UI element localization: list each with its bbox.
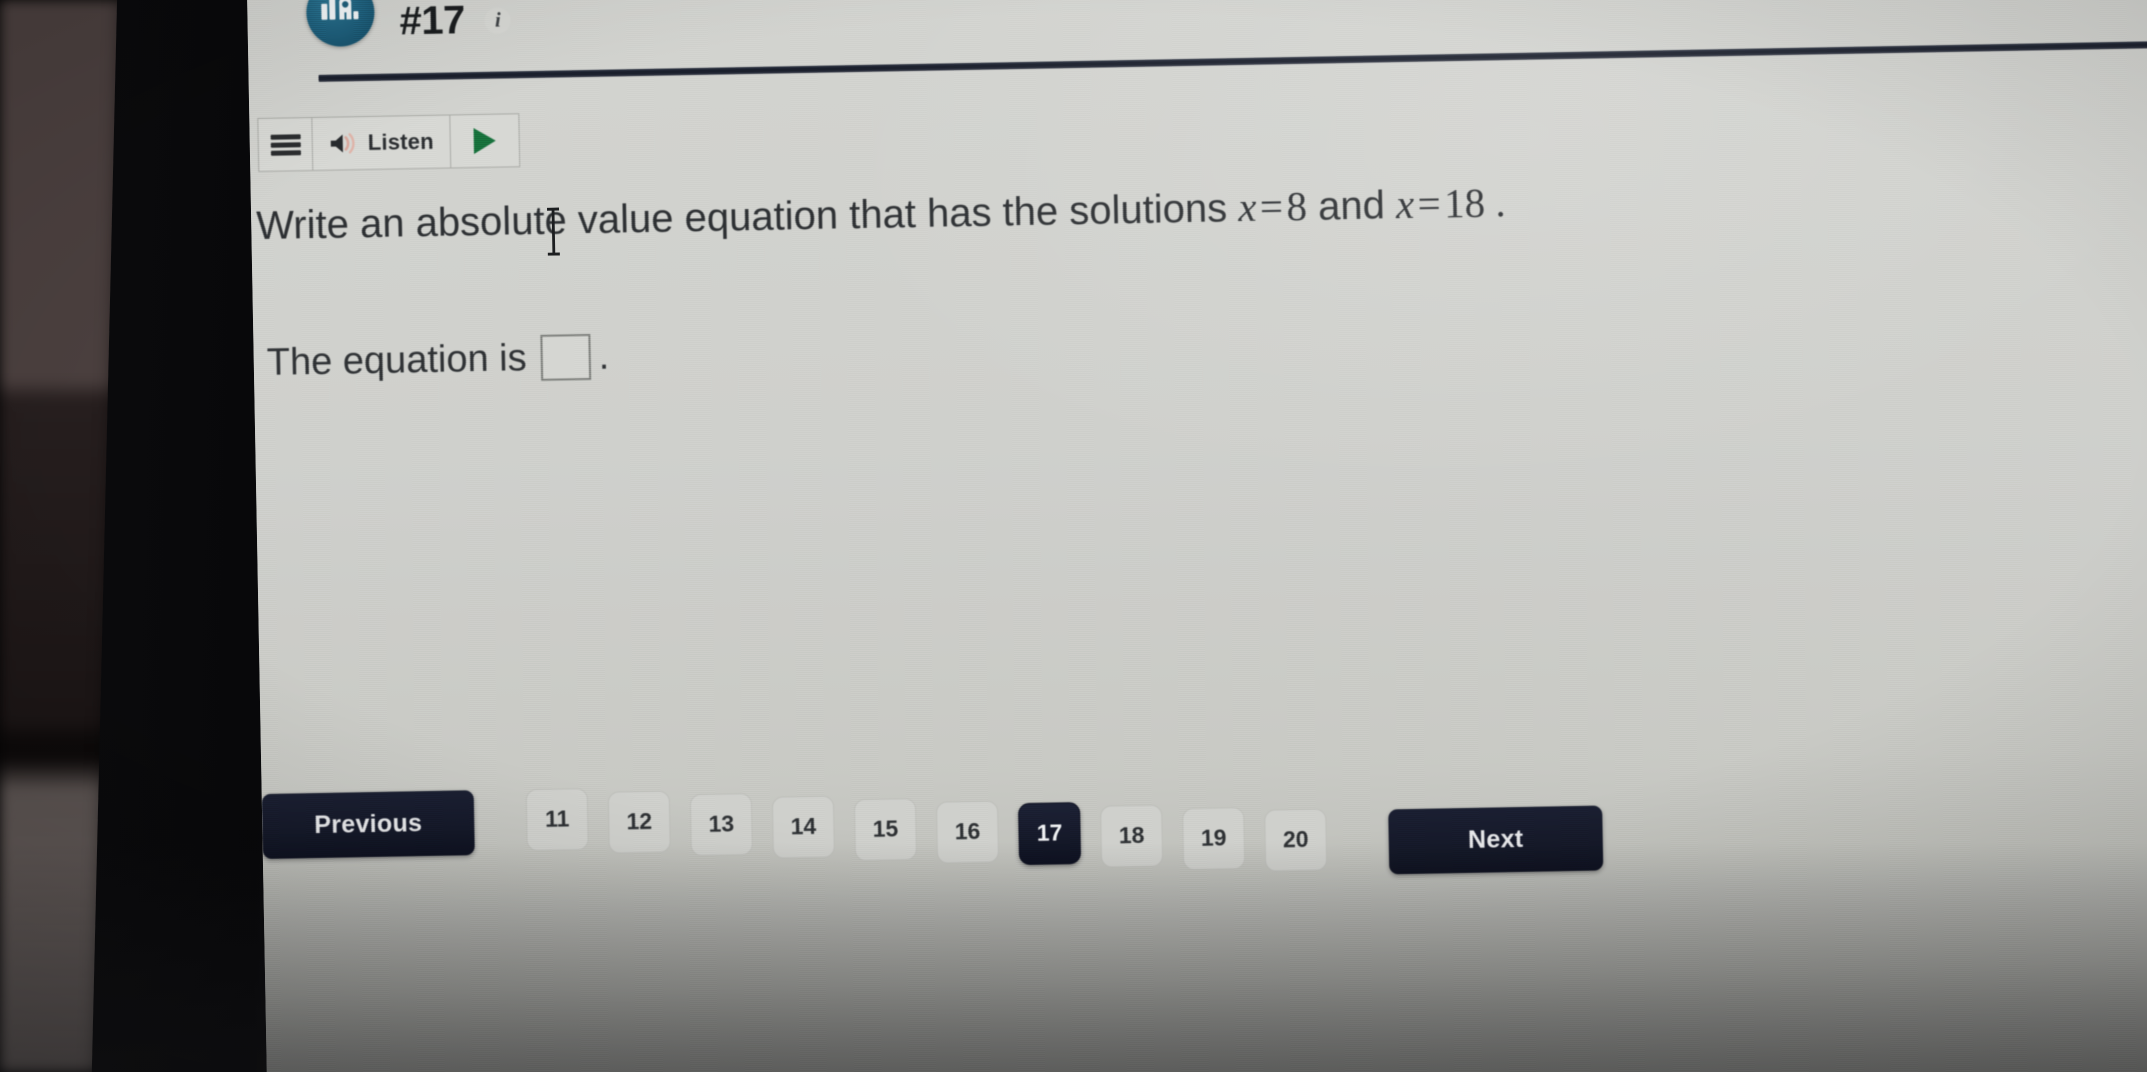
prompt-conjunction: and — [1306, 183, 1397, 229]
page-button-17[interactable]: 17 — [1017, 801, 1082, 865]
page-button-13[interactable]: 13 — [689, 792, 753, 856]
listen-button[interactable]: Listen — [312, 115, 452, 171]
hamburger-bar — [270, 141, 301, 148]
hamburger-menu-icon[interactable] — [258, 118, 314, 171]
page-button-15[interactable]: 15 — [853, 797, 918, 861]
previous-button[interactable]: Previous — [261, 790, 475, 860]
prompt-terminator: . — [1484, 179, 1506, 226]
page-button-11[interactable]: 11 — [525, 787, 589, 851]
answer-period: . — [598, 335, 610, 378]
page-title: #17 — [399, 0, 466, 44]
math-equals: = — [1417, 180, 1442, 227]
photo-of-screen: #17 i Listen Write an absolute value equ… — [0, 0, 2147, 1072]
math-variable: x — [1395, 180, 1415, 228]
math-variable: x — [1237, 183, 1257, 231]
hamburger-bar — [270, 133, 301, 140]
math-equals: = — [1259, 183, 1284, 230]
page-button-20[interactable]: 20 — [1264, 808, 1328, 872]
answer-row: The equation is . — [266, 333, 610, 386]
answer-input[interactable] — [540, 333, 592, 381]
page-button-12[interactable]: 12 — [607, 790, 671, 854]
math-value: 18 — [1443, 179, 1486, 227]
page-button-19[interactable]: 19 — [1182, 806, 1246, 870]
math-value: 8 — [1286, 182, 1308, 230]
page-button-14[interactable]: 14 — [771, 795, 835, 859]
play-triangle-shape — [473, 127, 497, 155]
page-button-18[interactable]: 18 — [1100, 804, 1164, 868]
math-solution-2: x = 18 — [1395, 180, 1485, 228]
question-header: #17 i — [399, 0, 512, 44]
screen-content-area: #17 i Listen Write an absolute value equ… — [246, 0, 2147, 1072]
math-solution-1: x = 8 — [1238, 183, 1308, 230]
page-button-16[interactable]: 16 — [935, 800, 1000, 864]
page-number-list: 11 12 13 14 15 16 17 18 19 20 — [525, 744, 1328, 885]
play-triangle-icon[interactable] — [450, 114, 519, 167]
answer-label: The equation is — [266, 336, 527, 384]
page-surface — [246, 0, 2147, 1072]
text-ibeam-cursor — [545, 207, 562, 256]
hamburger-bar — [270, 149, 301, 156]
info-icon[interactable]: i — [484, 6, 512, 34]
listen-label: Listen — [367, 128, 434, 156]
speaker-icon — [329, 131, 359, 156]
next-button[interactable]: Next — [1388, 805, 1604, 875]
accessibility-toolbar: Listen — [257, 113, 521, 173]
